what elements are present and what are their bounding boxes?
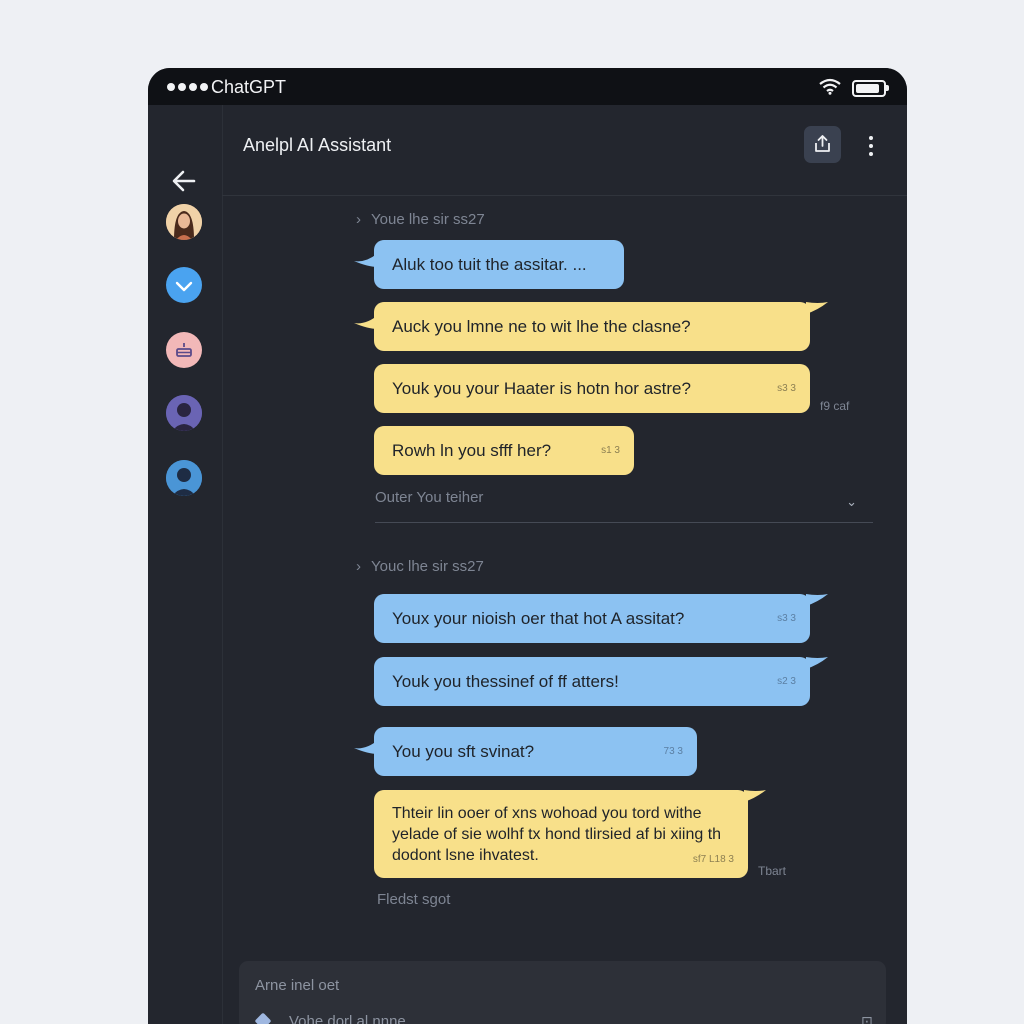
message-text: Thteir lin ooer of xns wohoad you tord w… (392, 805, 722, 864)
message-bubble[interactable]: Youk you your Haater is hotn hor astre? … (374, 364, 810, 413)
message-time: s3 3 (777, 613, 796, 624)
message-time: s3 3 (777, 383, 796, 394)
carrier-name: ChatGPT (211, 77, 287, 97)
chevron-down-icon: ⌄ (846, 494, 857, 509)
message-text: Youk you thessinef of ff atters! (392, 671, 619, 691)
bubble-tail (806, 594, 828, 606)
wifi-icon (819, 78, 841, 95)
avatar-cake[interactable] (166, 332, 202, 368)
section-label[interactable]: › Youe lhe sir ss27 (356, 211, 485, 228)
sidebar (148, 105, 223, 1024)
share-button[interactable] (804, 126, 841, 163)
attach-icon[interactable] (254, 1012, 272, 1024)
message-text: Youx your nioish oer that hot A assitat? (392, 608, 685, 628)
message-bubble[interactable]: You you sft svinat? 73 3 (374, 727, 697, 776)
older-messages-label: Outer You teiher (375, 489, 484, 506)
message-time: s1 3 (601, 445, 620, 456)
section-label[interactable]: › Youc lhe sir ss27 (356, 558, 484, 575)
avatar-check[interactable] (166, 267, 202, 303)
message-bubble[interactable]: Youk you thessinef of ff atters! s2 3 (374, 657, 810, 706)
message-bubble[interactable]: Youx your nioish oer that hot A assitat?… (374, 594, 810, 643)
avatar-woman[interactable] (166, 204, 202, 240)
bubble-tail (744, 790, 766, 802)
check-icon (175, 281, 193, 292)
message-time: 73 3 (663, 746, 683, 757)
footer-hint: Fledst sgot (377, 891, 451, 908)
avatar-person-purple[interactable] (166, 395, 202, 431)
message-bubble[interactable]: Rowh ln you sfff her? s1 3 (374, 426, 634, 475)
message-input[interactable]: Vohe dorl al nnne (289, 1013, 406, 1024)
chat-title: Anelpl AI Assistant (243, 135, 392, 155)
bubble-tail (354, 740, 378, 754)
message-composer[interactable]: Arne inel oet Vohe dorl al nnne ⊡ (239, 961, 886, 1024)
message-text: Rowh ln you sfff her? (392, 440, 552, 460)
older-messages-row[interactable]: Outer You teiher ⌄ (375, 486, 873, 523)
status-bar: ChatGPT (148, 68, 907, 105)
message-time: sf7 L18 3 (692, 854, 734, 865)
message-text: Auck you lmne ne to wit lhe the clasne? (392, 316, 691, 336)
bubble-tail (806, 302, 828, 314)
message-bubble[interactable]: Auck you lmne ne to wit lhe the clasne? (374, 302, 810, 351)
message-text: Aluk too tuit the assitar. ... (392, 254, 587, 274)
chat-header: Anelpl AI Assistant (222, 105, 907, 196)
message-bubble[interactable]: Aluk too tuit the assitar. ... (374, 240, 624, 289)
message-text: You you sft svinat? (392, 741, 535, 761)
message-time: s2 3 (777, 676, 796, 687)
battery-icon (852, 80, 889, 97)
message-text: Youk you your Haater is hotn hor astre? (392, 378, 691, 398)
lock-icon[interactable]: ⊡ (861, 1013, 873, 1024)
message-bubble[interactable]: Thteir lin ooer of xns wohoad you tord w… (374, 790, 748, 878)
chevron-right-icon: › (356, 558, 361, 575)
bubble-tail (806, 657, 828, 669)
signal-icon (167, 83, 208, 91)
more-options-button[interactable] (863, 134, 879, 160)
bubble-tail (354, 315, 378, 329)
battery-level (856, 84, 880, 93)
section-label-text: Youc lhe sir ss27 (371, 558, 484, 575)
message-side-time: f9 caf (820, 399, 850, 413)
woman-face-icon (166, 204, 202, 240)
share-icon (815, 135, 830, 152)
person-icon (166, 395, 202, 431)
chevron-right-icon: › (356, 211, 361, 228)
composer-caption: Arne inel oet (255, 977, 340, 994)
back-arrow-icon[interactable] (168, 165, 200, 197)
bubble-tail (354, 253, 378, 267)
person-icon (166, 460, 202, 496)
app-window: ChatGPT Anelpl AI Assistant › Youe lhe s… (148, 68, 907, 1024)
cake-icon (176, 343, 192, 357)
avatar-person-blue[interactable] (166, 460, 202, 496)
section-label-text: Youe lhe sir ss27 (371, 211, 485, 228)
message-side-time: Tbart (758, 864, 787, 878)
